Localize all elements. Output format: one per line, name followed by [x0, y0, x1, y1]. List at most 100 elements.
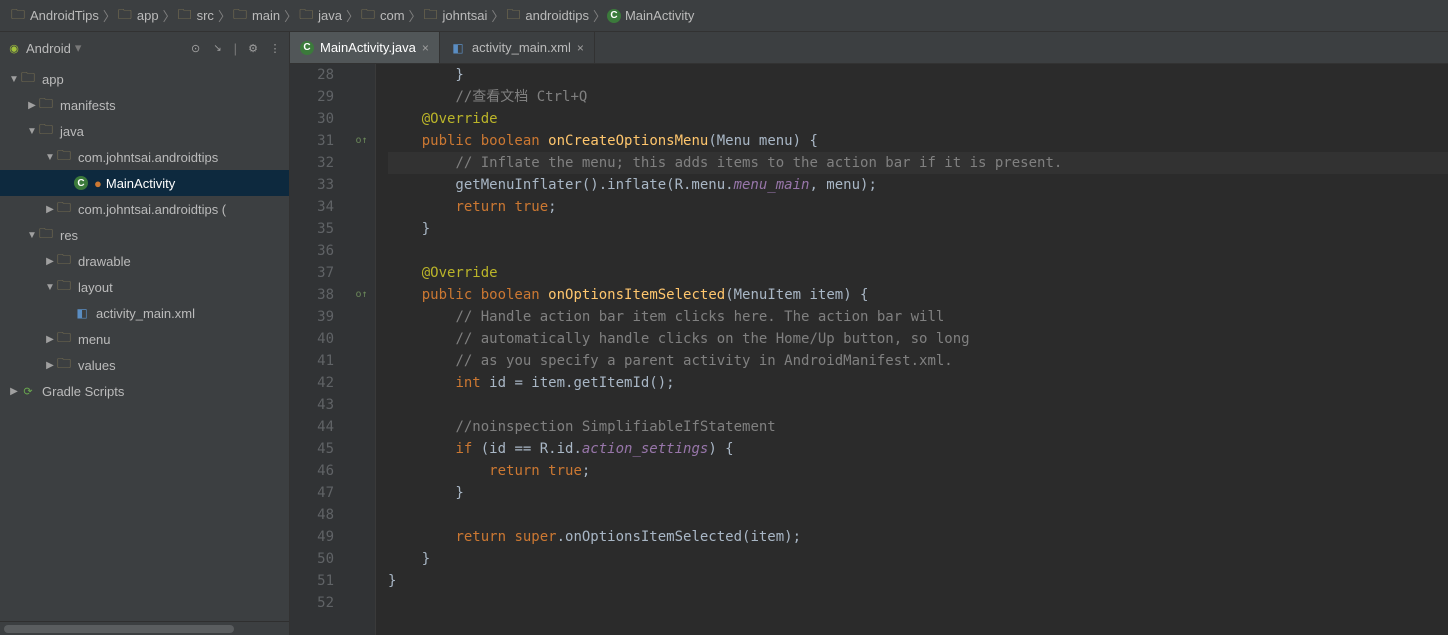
expand-arrow-icon[interactable]: ▶: [44, 360, 56, 371]
gutter-mark[interactable]: [348, 64, 375, 86]
gutter-mark[interactable]: [348, 504, 375, 526]
gutter-mark[interactable]: [348, 262, 375, 284]
expand-arrow-icon[interactable]: ▼: [44, 282, 56, 293]
gutter-mark[interactable]: [348, 592, 375, 614]
code-line[interactable]: [388, 592, 1448, 614]
locate-file-icon[interactable]: [188, 40, 204, 56]
code-line[interactable]: return true;: [388, 196, 1448, 218]
breadcrumb-item[interactable]: MainActivity: [603, 8, 698, 23]
breadcrumb-item[interactable]: java: [294, 8, 346, 24]
code-line[interactable]: return true;: [388, 460, 1448, 482]
code-line[interactable]: }: [388, 548, 1448, 570]
collapse-all-icon[interactable]: [210, 40, 226, 56]
gutter-mark[interactable]: [348, 240, 375, 262]
code-line[interactable]: //noinspection SimplifiableIfStatement: [388, 416, 1448, 438]
tree-item[interactable]: ▶manifests: [0, 92, 289, 118]
gutter-mark[interactable]: [348, 570, 375, 592]
tree-item[interactable]: ▼app: [0, 66, 289, 92]
code-line[interactable]: getMenuInflater().inflate(R.menu.menu_ma…: [388, 174, 1448, 196]
gutter-mark[interactable]: [348, 394, 375, 416]
gutter-mark[interactable]: [348, 196, 375, 218]
expand-arrow-icon[interactable]: ▼: [44, 152, 56, 163]
code-line[interactable]: [388, 240, 1448, 262]
code-line[interactable]: public boolean onOptionsItemSelected(Men…: [388, 284, 1448, 306]
tree-item[interactable]: ●MainActivity: [0, 170, 289, 196]
tree-item[interactable]: ▶menu: [0, 326, 289, 352]
code-line[interactable]: @Override: [388, 262, 1448, 284]
tree-item[interactable]: ▶com.johntsai.androidtips (: [0, 196, 289, 222]
tree-item[interactable]: ▼layout: [0, 274, 289, 300]
settings-icon[interactable]: [245, 40, 261, 56]
expand-arrow-icon[interactable]: ▶: [44, 204, 56, 215]
close-icon[interactable]: ×: [577, 41, 584, 55]
code-line[interactable]: // Inflate the menu; this adds items to …: [388, 152, 1448, 174]
gutter-mark[interactable]: [348, 438, 375, 460]
tab-label: MainActivity.java: [320, 40, 416, 55]
code-line[interactable]: int id = item.getItemId();: [388, 372, 1448, 394]
tree-item[interactable]: ▶values: [0, 352, 289, 378]
expand-arrow-icon[interactable]: ▶: [44, 256, 56, 267]
gutter-mark[interactable]: [348, 548, 375, 570]
breadcrumb-item[interactable]: src: [173, 8, 218, 24]
code-line[interactable]: }: [388, 218, 1448, 240]
tab-label: activity_main.xml: [472, 40, 571, 55]
code-line[interactable]: }: [388, 64, 1448, 86]
breadcrumb-item[interactable]: com: [356, 8, 409, 24]
gutter-mark[interactable]: [348, 86, 375, 108]
expand-arrow-icon[interactable]: ▶: [8, 386, 20, 397]
gutter-mark[interactable]: [348, 174, 375, 196]
code-line[interactable]: [388, 504, 1448, 526]
tree-item[interactable]: ▶Gradle Scripts: [0, 378, 289, 404]
tree-item[interactable]: ▶drawable: [0, 248, 289, 274]
code-line[interactable]: // automatically handle clicks on the Ho…: [388, 328, 1448, 350]
expand-arrow-icon[interactable]: ▼: [26, 230, 38, 241]
expand-arrow-icon[interactable]: ▼: [8, 74, 20, 85]
modified-badge-icon: ●: [94, 176, 102, 191]
editor-tab[interactable]: activity_main.xml ×: [440, 32, 595, 63]
code-content[interactable]: } //查看文档 Ctrl+Q @Override public boolean…: [376, 64, 1448, 635]
expand-arrow-icon[interactable]: ▶: [44, 334, 56, 345]
editor-tab[interactable]: MainActivity.java ×: [290, 32, 440, 63]
project-view-selector[interactable]: Android ▾: [6, 40, 188, 56]
code-editor[interactable]: 2829303132333435363738394041424344454647…: [290, 64, 1448, 635]
breadcrumb-item[interactable]: main: [228, 8, 284, 24]
code-line[interactable]: @Override: [388, 108, 1448, 130]
breadcrumb-item[interactable]: AndroidTips: [6, 8, 103, 24]
expand-arrow-icon[interactable]: ▶: [26, 100, 38, 111]
gutter-mark[interactable]: [348, 306, 375, 328]
breadcrumb-item[interactable]: app: [113, 8, 163, 24]
tree-item[interactable]: ▼com.johntsai.androidtips: [0, 144, 289, 170]
gutter-mark[interactable]: [348, 460, 375, 482]
expand-arrow-icon[interactable]: ▼: [26, 126, 38, 137]
hide-icon[interactable]: [267, 40, 283, 56]
close-icon[interactable]: ×: [422, 41, 429, 55]
scrollbar-thumb[interactable]: [4, 625, 234, 633]
gutter-mark[interactable]: [348, 350, 375, 372]
sidebar-scrollbar[interactable]: [0, 621, 289, 635]
gutter-mark[interactable]: [348, 218, 375, 240]
gutter-mark[interactable]: [348, 526, 375, 548]
code-line[interactable]: // as you specify a parent activity in A…: [388, 350, 1448, 372]
tree-item[interactable]: ▼res: [0, 222, 289, 248]
folder-icon: [56, 357, 72, 373]
gutter-mark[interactable]: o↑: [348, 284, 375, 306]
tree-item[interactable]: ▼java: [0, 118, 289, 144]
code-line[interactable]: }: [388, 482, 1448, 504]
code-line[interactable]: return super.onOptionsItemSelected(item)…: [388, 526, 1448, 548]
gutter-mark[interactable]: o↑: [348, 130, 375, 152]
gutter-mark[interactable]: [348, 108, 375, 130]
breadcrumb-item[interactable]: johntsai: [419, 8, 492, 24]
gutter-mark[interactable]: [348, 482, 375, 504]
breadcrumb-item[interactable]: androidtips: [501, 8, 593, 24]
gutter-mark[interactable]: [348, 152, 375, 174]
code-line[interactable]: public boolean onCreateOptionsMenu(Menu …: [388, 130, 1448, 152]
code-line[interactable]: [388, 394, 1448, 416]
code-line[interactable]: //查看文档 Ctrl+Q: [388, 86, 1448, 108]
code-line[interactable]: }: [388, 570, 1448, 592]
tree-item[interactable]: activity_main.xml: [0, 300, 289, 326]
gutter-mark[interactable]: [348, 328, 375, 350]
gutter-mark[interactable]: [348, 372, 375, 394]
gutter-mark[interactable]: [348, 416, 375, 438]
code-line[interactable]: // Handle action bar item clicks here. T…: [388, 306, 1448, 328]
code-line[interactable]: if (id == R.id.action_settings) {: [388, 438, 1448, 460]
